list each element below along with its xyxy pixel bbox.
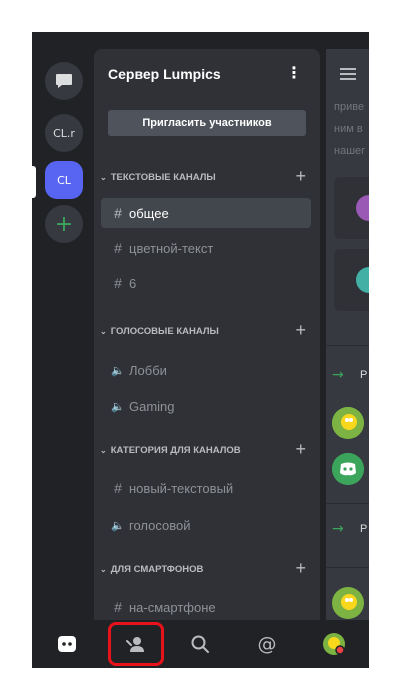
invite-members-button[interactable]: Пригласить участников — [108, 110, 306, 136]
avatar[interactable] — [332, 587, 364, 619]
channel-label: общее — [129, 205, 169, 221]
category-label: КАТЕГОРИЯ ДЛЯ КАНАЛОВ — [110, 444, 241, 456]
embed-card — [334, 249, 369, 311]
divider — [326, 503, 369, 504]
chat-bubble-icon — [56, 74, 72, 88]
at-sign-icon: @ — [257, 633, 277, 655]
chat-preview[interactable]: приве ним в нашег → Р → Р — [326, 49, 369, 620]
category-voice-channels[interactable]: ⌄ ГОЛОСОВЫЕ КАНАЛЫ + — [100, 320, 310, 341]
plus-icon: + — [54, 211, 74, 237]
server-clr-label: CL.r — [53, 126, 75, 140]
embed-icon — [356, 195, 369, 221]
channel-label: 6 — [129, 275, 137, 291]
chat-line: нашег — [334, 145, 366, 157]
join-arrow-icon: → — [332, 367, 344, 383]
hashtag-icon: # — [114, 275, 122, 291]
more-options-icon[interactable]: ⋮ — [286, 65, 302, 81]
join-arrow-icon: → — [332, 521, 344, 537]
channel-phone[interactable]: # на-смартфоне — [101, 592, 311, 620]
tab-search[interactable] — [170, 620, 230, 668]
server-cl-label: CL — [57, 173, 71, 187]
phone-screen: CL.r CL + Сервер Lumpics ⋮ Пригласить уч… — [32, 32, 369, 668]
hashtag-icon: # — [114, 205, 122, 221]
server-cl-button[interactable]: CL — [45, 161, 83, 199]
channel-panel: Сервер Lumpics ⋮ Пригласить участников ⌄… — [94, 49, 320, 620]
add-server-button[interactable]: + — [45, 205, 83, 243]
tab-profile[interactable] — [304, 620, 364, 668]
hashtag-icon: # — [114, 480, 122, 496]
discord-logo-icon — [332, 453, 364, 485]
direct-messages-button[interactable] — [45, 62, 83, 100]
channel-new-text[interactable]: # новый-текстовый — [101, 473, 311, 503]
channel-6[interactable]: # 6 — [101, 268, 311, 298]
hashtag-icon: # — [114, 599, 122, 615]
channel-voice[interactable]: 🔈 голосовой — [101, 510, 311, 540]
category-label: ГОЛОСОВЫЕ КАНАЛЫ — [110, 325, 219, 337]
chat-line: приве — [334, 101, 365, 113]
channel-label: новый-текстовый — [129, 480, 234, 496]
speaker-icon: 🔈 — [111, 400, 125, 413]
active-server-indicator — [32, 166, 36, 198]
channel-color-text[interactable]: # цветной-текст — [101, 233, 311, 263]
channel-general[interactable]: # общее — [101, 198, 311, 228]
speaker-icon: 🔈 — [111, 519, 125, 532]
join-message-text: Р — [360, 523, 368, 535]
divider — [326, 567, 369, 568]
avatar-face-icon — [332, 587, 364, 619]
chevron-down-icon: ⌄ — [100, 445, 107, 455]
channel-gaming[interactable]: 🔈 Gaming — [101, 391, 311, 421]
tab-mentions[interactable]: @ — [237, 620, 297, 668]
category-label: ТЕКСТОВЫЕ КАНАЛЫ — [110, 171, 216, 183]
avatar-face-icon — [332, 407, 364, 439]
search-icon — [191, 635, 209, 653]
avatar[interactable] — [332, 407, 364, 439]
channel-label: на-смартфоне — [129, 599, 216, 615]
category-phones[interactable]: ⌄ ДЛЯ СМАРТФОНОВ + — [100, 558, 310, 579]
category-text-channels[interactable]: ⌄ ТЕКСТОВЫЕ КАНАЛЫ + — [100, 166, 310, 187]
embed-card — [334, 177, 369, 239]
server-clr-button[interactable]: CL.r — [45, 114, 83, 152]
join-message-text: Р — [360, 369, 368, 381]
server-title[interactable]: Сервер Lumpics — [108, 66, 221, 82]
add-channel-icon[interactable]: + — [295, 320, 306, 341]
discord-logo-icon — [58, 636, 76, 652]
category-custom[interactable]: ⌄ КАТЕГОРИЯ ДЛЯ КАНАЛОВ + — [100, 439, 310, 460]
speaker-icon: 🔈 — [111, 364, 125, 377]
bottom-nav: @ — [32, 620, 369, 668]
hashtag-icon: # — [114, 240, 122, 256]
channel-label: голосовой — [129, 517, 191, 533]
category-label: ДЛЯ СМАРТФОНОВ — [110, 563, 204, 575]
divider — [326, 345, 369, 346]
add-channel-icon[interactable]: + — [295, 439, 306, 460]
chat-line: ним в — [334, 123, 363, 135]
chevron-down-icon: ⌄ — [100, 326, 107, 336]
hamburger-menu-icon[interactable] — [340, 68, 356, 83]
chevron-down-icon: ⌄ — [100, 172, 107, 182]
add-channel-icon[interactable]: + — [295, 558, 306, 579]
channel-lobby[interactable]: 🔈 Лобби — [101, 355, 311, 385]
channel-label: Лобби — [129, 362, 167, 378]
add-channel-icon[interactable]: + — [295, 166, 306, 187]
user-avatar-icon — [323, 633, 345, 655]
chevron-down-icon: ⌄ — [100, 564, 107, 574]
tab-home[interactable] — [37, 620, 97, 668]
channel-label: цветной-текст — [129, 240, 214, 256]
server-rail: CL.r CL + — [32, 32, 94, 620]
bot-avatar[interactable] — [332, 453, 364, 485]
highlight-box — [108, 622, 164, 666]
channel-label: Gaming — [129, 398, 175, 414]
embed-icon — [356, 267, 369, 293]
